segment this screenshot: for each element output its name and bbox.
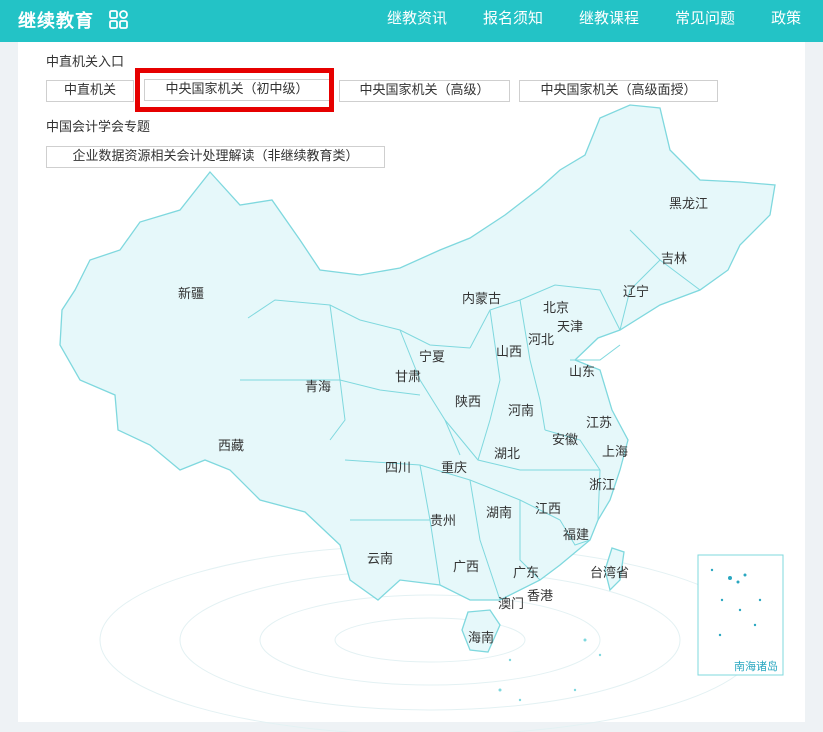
entry-section-title: 中直机关入口 xyxy=(46,55,125,70)
main-nav: 继教资讯 报名须知 继教课程 常见问题 政策 xyxy=(387,0,823,42)
nav-registration[interactable]: 报名须知 xyxy=(483,0,543,42)
btn-central-state-organs-senior[interactable]: 中央国家机关（高级） xyxy=(339,80,510,102)
apps-grid-icon[interactable] xyxy=(108,9,130,31)
top-navigation-bar: 继续教育 继教资讯 报名须知 继教课程 常见问题 政策 xyxy=(0,0,823,42)
nav-news[interactable]: 继教资讯 xyxy=(387,0,447,42)
btn-central-organs[interactable]: 中直机关 xyxy=(46,80,134,102)
content-card xyxy=(18,42,805,722)
nav-policy[interactable]: 政策 xyxy=(771,0,801,42)
topic-section-title: 中国会计学会专题 xyxy=(46,120,151,135)
highlight-box xyxy=(135,68,334,112)
nav-faq[interactable]: 常见问题 xyxy=(675,0,735,42)
site-brand[interactable]: 继续教育 xyxy=(18,7,94,33)
btn-central-state-organs-senior-inperson[interactable]: 中央国家机关（高级面授） xyxy=(519,80,718,102)
btn-data-resource-accounting[interactable]: 企业数据资源相关会计处理解读（非继续教育类） xyxy=(46,146,385,168)
nav-courses[interactable]: 继教课程 xyxy=(579,0,639,42)
